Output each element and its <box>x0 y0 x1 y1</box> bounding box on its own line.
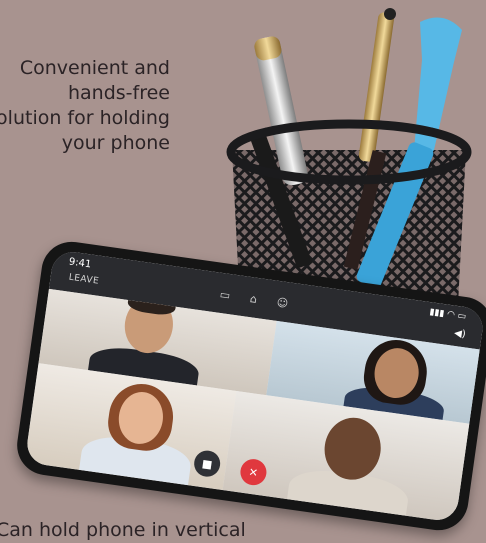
speaker-icon[interactable]: ◀) <box>453 328 466 341</box>
product-photo: Convenient and hands-free solution for h… <box>0 0 486 543</box>
headline: Convenient and hands-free solution for h… <box>0 56 170 156</box>
headline-line-3: solution for holding <box>0 107 170 129</box>
bottom-caption: Can hold phone in vertical <box>0 519 246 541</box>
home-icon[interactable]: ⌂ <box>249 292 258 306</box>
headline-line-1: Convenient and <box>19 57 170 79</box>
people-icon[interactable]: ☺ <box>276 296 289 310</box>
phone-screen: 9:41 LEAVE ▭ ⌂ ☺ ▮▮▮ ◠ ▭ ◀) ■ ✕ <box>24 249 486 523</box>
signal-icon: ▮▮▮ ◠ ▭ <box>428 307 467 323</box>
headline-line-2: hands-free <box>67 82 170 104</box>
headline-line-4: your phone <box>61 132 170 154</box>
status-time: 9:41 <box>68 256 92 271</box>
cast-icon[interactable]: ▭ <box>219 288 231 302</box>
call-nav: ▭ ⌂ ☺ <box>219 288 289 310</box>
leave-button[interactable]: LEAVE <box>68 273 100 287</box>
